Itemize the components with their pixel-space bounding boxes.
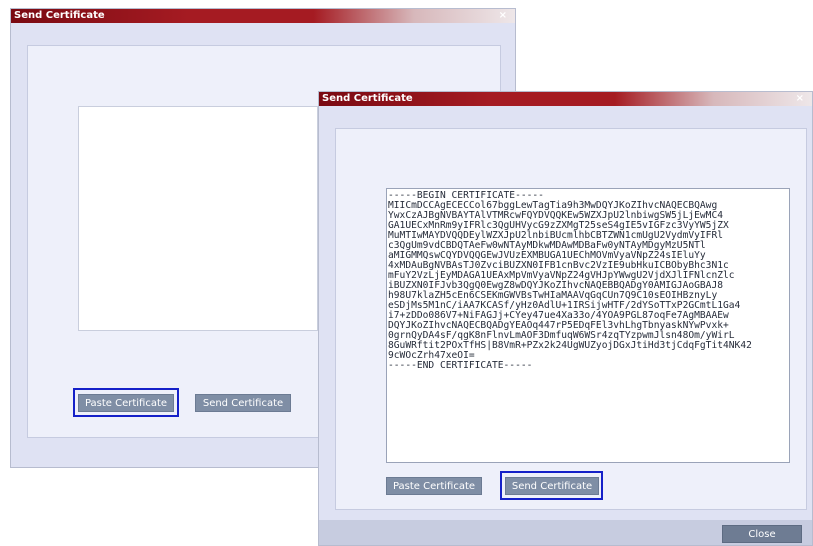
certificate-textarea[interactable]: [78, 106, 318, 331]
window-title: Send Certificate: [14, 10, 105, 21]
close-button[interactable]: Close: [722, 525, 802, 543]
window-footer: Close: [319, 520, 812, 545]
close-icon[interactable]: ×: [796, 92, 804, 106]
paste-certificate-button[interactable]: Paste Certificate: [78, 394, 174, 412]
window-titlebar[interactable]: Send Certificate ×: [319, 92, 812, 106]
close-icon[interactable]: ×: [499, 9, 507, 23]
window-titlebar[interactable]: Send Certificate ×: [11, 9, 515, 23]
certificate-text: -----BEGIN CERTIFICATE----- MIICmDCCAgEC…: [388, 191, 752, 371]
paste-certificate-button[interactable]: Paste Certificate: [386, 477, 482, 495]
window-title: Send Certificate: [322, 93, 413, 104]
send-certificate-button[interactable]: Send Certificate: [505, 477, 599, 495]
send-certificate-window-front: Send Certificate × -----BEGIN CERTIFICAT…: [318, 91, 813, 546]
send-certificate-button[interactable]: Send Certificate: [195, 394, 291, 412]
